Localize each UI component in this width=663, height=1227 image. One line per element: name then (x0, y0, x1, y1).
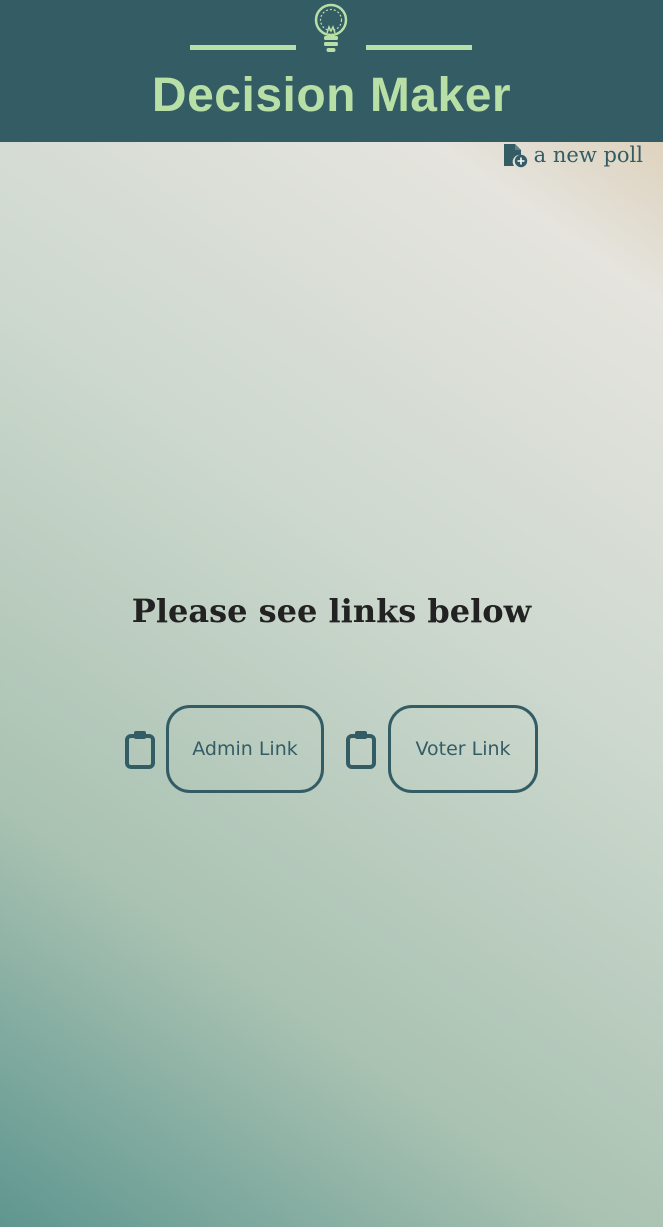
lightbulb-icon (314, 3, 348, 52)
app-title: Decision Maker (151, 69, 512, 122)
voter-link-button[interactable]: Voter Link (388, 705, 538, 793)
page-heading: Please see links below (131, 592, 532, 630)
new-poll-label: a new poll (533, 143, 643, 167)
logo-left-line (190, 45, 296, 50)
app-header: Decision Maker (0, 0, 663, 142)
clipboard-icon[interactable] (345, 729, 377, 769)
links-row: Admin Link Voter Link (0, 705, 663, 793)
admin-link-button[interactable]: Admin Link (166, 705, 324, 793)
file-plus-icon (503, 144, 527, 168)
logo-right-line (366, 45, 472, 50)
new-poll-link[interactable]: a new poll (502, 142, 643, 168)
clipboard-icon[interactable] (124, 729, 156, 769)
